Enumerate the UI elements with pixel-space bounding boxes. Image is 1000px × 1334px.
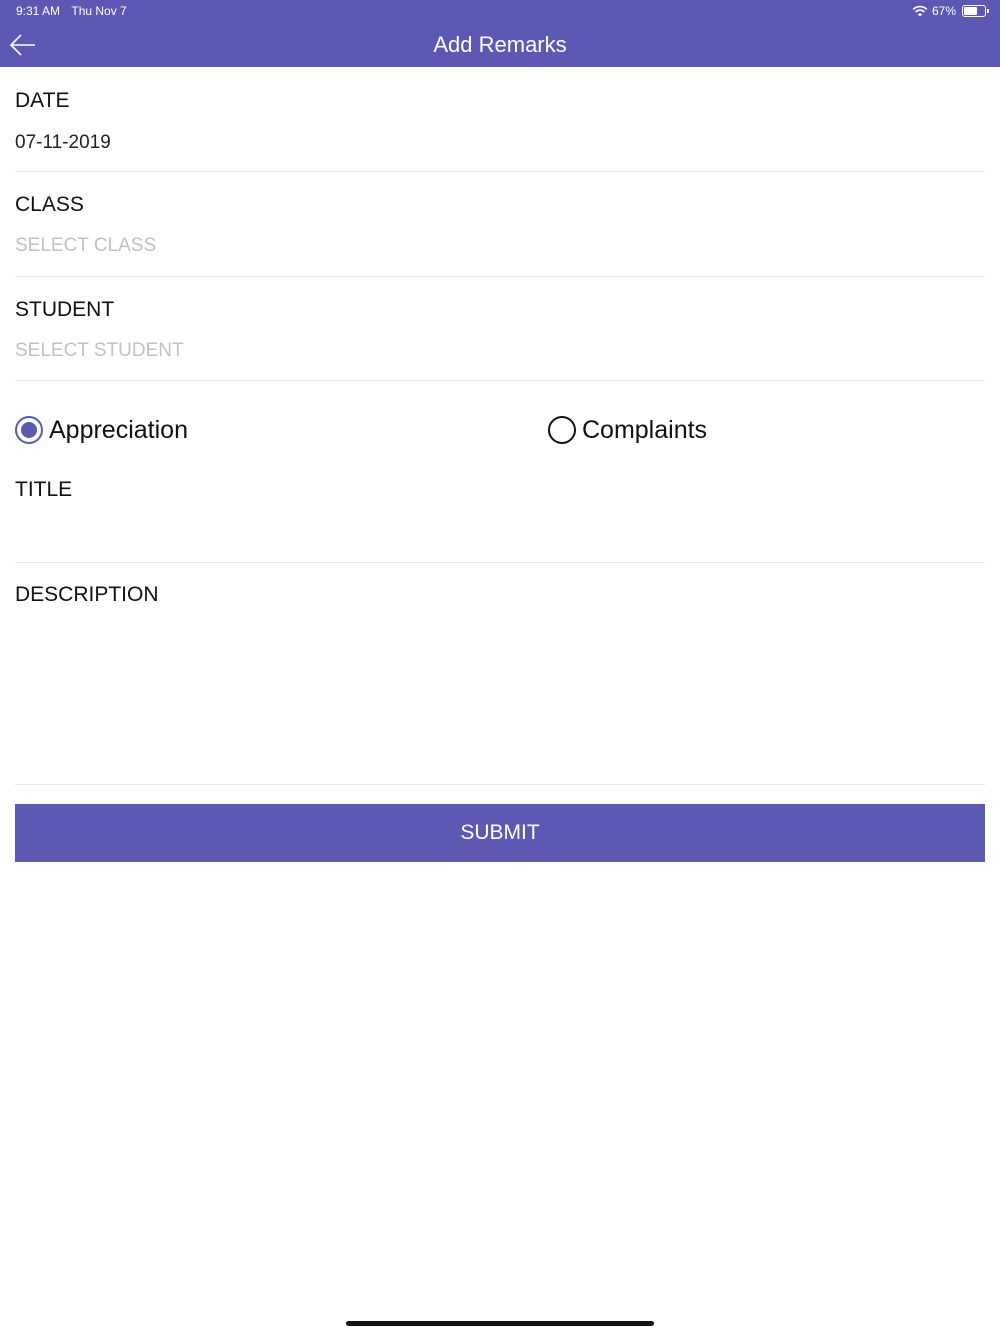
- student-field[interactable]: STUDENT SELECT STUDENT: [15, 277, 985, 381]
- title-label: TITLE: [15, 478, 73, 501]
- add-remarks-screen: 9:31 AM Thu Nov 7 67% Add Remarks DATE 0…: [0, 0, 1000, 1334]
- date-field[interactable]: DATE 07-11-2019: [15, 67, 985, 172]
- status-date: Thu Nov 7: [71, 4, 127, 18]
- battery-icon: [962, 5, 989, 17]
- complaints-radio[interactable]: [548, 416, 576, 444]
- description-field[interactable]: DESCRIPTION: [15, 563, 985, 785]
- status-time: 9:31 AM: [16, 4, 61, 18]
- date-label: DATE: [15, 89, 70, 112]
- top-bar: 9:31 AM Thu Nov 7 67% Add Remarks: [0, 0, 1000, 67]
- class-select[interactable]: SELECT CLASS: [15, 235, 156, 257]
- battery-percent: 67%: [931, 4, 956, 18]
- student-select[interactable]: SELECT STUDENT: [15, 340, 184, 362]
- status-bar-left: 9:31 AM Thu Nov 7: [16, 4, 127, 18]
- date-value: 07-11-2019: [15, 132, 111, 153]
- home-indicator[interactable]: [346, 1321, 654, 1326]
- complaints-option[interactable]: Complaints: [548, 413, 707, 447]
- description-label: DESCRIPTION: [15, 583, 159, 606]
- status-bar-right: 67%: [912, 4, 989, 18]
- class-field[interactable]: CLASS SELECT CLASS: [15, 172, 985, 277]
- page-title: Add Remarks: [433, 32, 567, 57]
- class-label: CLASS: [15, 193, 84, 216]
- submit-button[interactable]: SUBMIT: [15, 804, 985, 862]
- complaints-label: Complaints: [582, 415, 708, 444]
- student-label: STUDENT: [15, 298, 115, 321]
- appreciation-option[interactable]: Appreciation: [15, 413, 188, 447]
- wifi-icon: [912, 5, 928, 17]
- appreciation-label: Appreciation: [49, 415, 188, 444]
- title-field[interactable]: TITLE: [15, 466, 985, 563]
- battery-level-fill: [964, 7, 977, 15]
- appreciation-radio[interactable]: [15, 416, 43, 444]
